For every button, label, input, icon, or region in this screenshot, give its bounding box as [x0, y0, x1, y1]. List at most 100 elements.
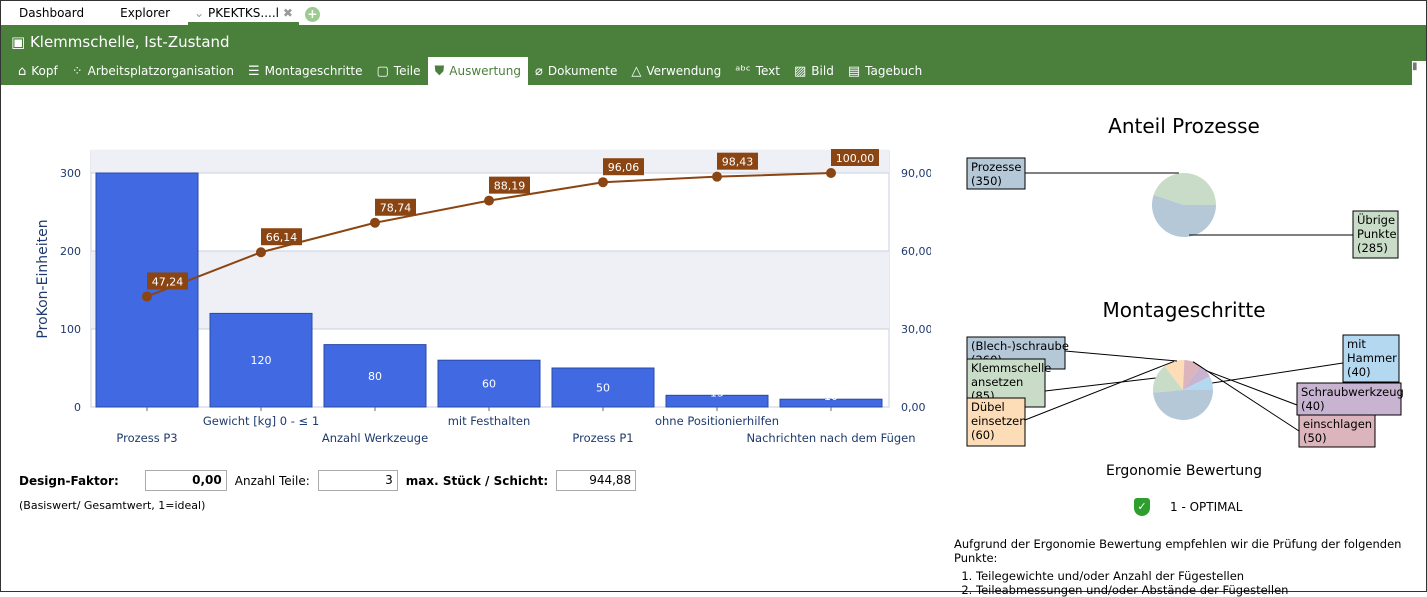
ergonomie-title: Ergonomie Bewertung	[1106, 463, 1262, 479]
bar-value-label: 60	[482, 378, 496, 391]
svg-text:(260): (260)	[971, 353, 1002, 367]
anzahl-teile-field[interactable]: 3	[317, 470, 398, 491]
pie-slice[interactable]	[1183, 365, 1210, 390]
pie-slice[interactable]	[1153, 172, 1216, 205]
svg-text:Übrige: Übrige	[1357, 211, 1395, 227]
svg-text:(Blech-)schraube: (Blech-)schraube	[971, 339, 1069, 353]
page-title: Klemmschelle, Ist-Zustand	[29, 33, 230, 51]
nav-teile[interactable]: ▢ Teile	[369, 57, 427, 85]
recommendation-item: Teilegewichte und/oder Anzahl der Fügest…	[976, 569, 1426, 583]
paperclip-icon: ⌀	[535, 63, 543, 79]
bar-value-label: 120	[251, 354, 272, 367]
y2-tick-label: 60,00	[901, 245, 931, 258]
nav-bild[interactable]: ▨ Bild	[787, 57, 841, 85]
svg-text:Dübel: Dübel	[971, 400, 1005, 414]
nav-label: Auswertung	[449, 64, 522, 78]
org-icon: ⁘	[71, 63, 83, 79]
pie-slice[interactable]	[1183, 376, 1213, 390]
pie-label: mitHammer(40)	[1212, 334, 1400, 384]
y2-tick-label: 0,00	[901, 401, 926, 414]
x-tick-label: ohne Positionierhilfen	[655, 414, 779, 428]
cumulative-label: 98,43	[722, 156, 754, 169]
bar-value-label: 15	[710, 386, 724, 399]
bar[interactable]	[95, 172, 199, 408]
close-icon[interactable]: ✖	[279, 6, 293, 20]
cumulative-point[interactable]	[826, 168, 836, 178]
nav-label: Montageschritte	[264, 64, 363, 78]
y-tick-label: 200	[60, 245, 81, 258]
recycle-icon: △	[631, 63, 642, 79]
nav-montageschritte[interactable]: ☰ Montageschritte	[241, 57, 370, 85]
y-axis-label: ProKon-Einheiten	[35, 219, 51, 338]
cumulative-point[interactable]	[256, 247, 266, 258]
rating: 1 - OPTIMAL	[1170, 500, 1243, 514]
bar-value-label: 80	[368, 370, 382, 383]
cumulative-point[interactable]	[712, 171, 722, 182]
cumulative-point[interactable]	[142, 291, 152, 302]
pie-slice[interactable]	[1152, 194, 1216, 237]
nav-label: Arbeitsplatzorganisation	[87, 64, 234, 78]
y2-tick-label: 90,00	[901, 167, 931, 180]
pie-label: Prozesse(350)	[966, 157, 1179, 190]
pie-slice[interactable]	[1183, 360, 1201, 390]
nav-kopf[interactable]: ⌂ Kopf	[11, 57, 65, 85]
tab-explorer[interactable]: Explorer	[102, 3, 188, 25]
design-factor-field[interactable]: 0,00	[144, 470, 227, 491]
x-tick-label: Nachrichten nach dem Fügen	[746, 431, 915, 445]
cumulative-label: 47,24	[152, 275, 184, 288]
cumulative-point[interactable]	[370, 217, 380, 228]
svg-text:(40): (40)	[1301, 399, 1325, 413]
pie-slice[interactable]	[1164, 360, 1185, 390]
pie-label: Schraubwerkzeug(40)	[1205, 370, 1404, 416]
svg-text:(40): (40)	[1347, 365, 1371, 379]
svg-text:Hammer: Hammer	[1347, 351, 1397, 365]
notebook-icon: ▤	[847, 63, 861, 79]
svg-text:(285): (285)	[1357, 241, 1388, 255]
nav-bar: ⌂ Kopf ⁘ Arbeitsplatzorganisation ☰ Montagesc…	[11, 57, 929, 85]
x-tick-label: Anzahl Werkzeuge	[322, 431, 428, 445]
bar-value-label: 10	[824, 390, 838, 403]
nav-label: Text	[755, 64, 780, 78]
cumulative-point[interactable]	[484, 195, 494, 206]
svg-text:einschlagen: einschlagen	[1303, 417, 1372, 431]
svg-text:Klemmschelle: Klemmschelle	[971, 361, 1051, 375]
svg-text:(50): (50)	[1303, 431, 1327, 445]
svg-text:Prozesse: Prozesse	[971, 160, 1021, 174]
x-tick-label: mit Festhalten	[448, 414, 531, 428]
nav-verwendung[interactable]: △ Verwendung	[624, 57, 728, 85]
cumulative-label: 78,74	[380, 202, 412, 215]
y-tick-label: 100	[60, 323, 81, 336]
recommendation: Aufgrund der Ergonomie Bewertung empfehl…	[954, 537, 1426, 597]
pie-slice[interactable]	[1153, 366, 1183, 393]
pie-slice[interactable]	[1153, 390, 1213, 420]
nav-label: Bild	[811, 64, 834, 78]
tab-bar: Dashboard Explorer ⌄ PKEKTKS....l ✖ +	[1, 1, 1426, 25]
nav-dokumente[interactable]: ⌀ Dokumente	[528, 57, 624, 85]
recommendation-intro: Aufgrund der Ergonomie Bewertung empfehl…	[954, 537, 1402, 565]
svg-text:einsetzen: einsetzen	[971, 414, 1027, 428]
side-panel-icon[interactable]: ▮	[1412, 61, 1426, 85]
max-stueck-field[interactable]: 944,88	[556, 470, 637, 491]
nav-tagebuch[interactable]: ▤ Tagebuch	[841, 57, 929, 85]
nav-text[interactable]: ᵃᵇᶜ Text	[728, 57, 787, 85]
list-icon: ☰	[247, 63, 260, 79]
add-tab-button[interactable]: +	[304, 7, 320, 22]
svg-text:(60): (60)	[971, 428, 995, 442]
design-label: Design-Faktor:	[19, 473, 119, 488]
cumulative-label: 66,14	[266, 231, 298, 244]
cumulative-label: 100,00	[836, 152, 875, 165]
nav-auswertung[interactable]: ⛊ Auswertung	[427, 57, 529, 85]
svg-text:(85): (85)	[971, 389, 995, 403]
pie-label: Klemmschelleansetzen(85)	[966, 358, 1156, 408]
tab-document[interactable]: ⌄ PKEKTKS....l ✖	[188, 3, 299, 25]
note: (Basiswert/ Gesamtwert, 1=ideal)	[19, 499, 206, 512]
pie-label: (Blech-)schraube(260)	[966, 336, 1178, 370]
svg-text:Punkte: Punkte	[1357, 227, 1397, 241]
cumulative-point[interactable]	[598, 177, 608, 188]
form-row: Design-Faktor: 0,00 Anzahl Teile: 3 max.…	[19, 470, 644, 491]
nav-arbeitsplatzorganisation[interactable]: ⁘ Arbeitsplatzorganisation	[65, 57, 241, 85]
home-icon: ⌂	[18, 63, 27, 79]
pie1-title: Anteil Prozesse	[1108, 114, 1260, 138]
y2-tick-label: 30,00	[901, 323, 931, 336]
tab-dashboard[interactable]: Dashboard	[1, 3, 102, 25]
